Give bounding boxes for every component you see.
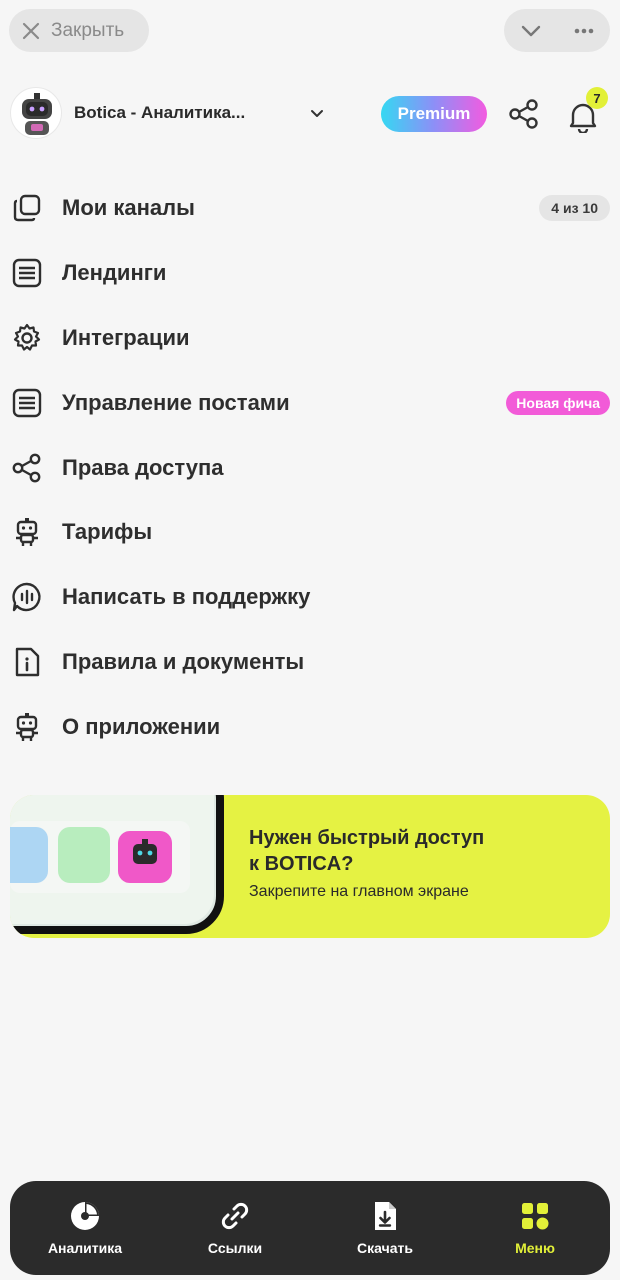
grid-menu-icon bbox=[522, 1203, 549, 1230]
bottom-navigation: Аналитика Ссылки Скачать Меню bbox=[10, 1181, 610, 1275]
banner-title: Нужен быстрый доступ к BOTICA? bbox=[249, 827, 485, 875]
document-lines-icon bbox=[12, 258, 42, 288]
menu-label: Правила и документы bbox=[62, 648, 305, 674]
nav-label: Ссылки bbox=[207, 1240, 263, 1256]
menu-item-landings[interactable]: Лендинги bbox=[10, 241, 610, 306]
nav-links[interactable]: Ссылки bbox=[175, 1200, 295, 1256]
premium-button[interactable]: Premium bbox=[381, 96, 487, 132]
nav-analytics[interactable]: Аналитика bbox=[25, 1200, 145, 1256]
menu-label: Написать в поддержку bbox=[62, 584, 311, 610]
notification-badge: 7 bbox=[586, 87, 608, 109]
menu-label: О приложении bbox=[62, 713, 221, 739]
phone-illustration bbox=[10, 795, 224, 934]
menu-item-integrations[interactable]: Интеграции bbox=[10, 306, 610, 371]
link-icon bbox=[221, 1202, 249, 1230]
menu-item-tariffs[interactable]: Тарифы bbox=[10, 500, 610, 565]
menu-item-channels[interactable]: Мои каналы 4 из 10 bbox=[10, 176, 610, 241]
channel-count-badge: 4 из 10 bbox=[539, 195, 610, 222]
avatar[interactable] bbox=[10, 87, 62, 139]
support-chat-icon bbox=[12, 582, 41, 612]
menu-item-post-management[interactable]: Управление постами Новая фича bbox=[10, 370, 610, 435]
robot-icon bbox=[16, 712, 38, 741]
channel-header: Botica - Аналитика... Premium 7 bbox=[10, 87, 610, 143]
nav-label: Аналитика bbox=[47, 1240, 123, 1256]
robot-icon bbox=[16, 518, 38, 547]
nav-download[interactable]: Скачать bbox=[325, 1200, 445, 1256]
banner-subtitle: Закрепите на главном экране bbox=[249, 883, 469, 900]
menu-label: Мои каналы bbox=[62, 195, 195, 221]
gear-icon bbox=[13, 323, 41, 351]
copy-icon bbox=[13, 195, 41, 222]
menu-label: Права доступа bbox=[62, 454, 224, 480]
new-feature-badge: Новая фича bbox=[506, 390, 610, 415]
menu-item-access-rights[interactable]: Права доступа bbox=[10, 435, 610, 500]
menu-label: Тарифы bbox=[62, 519, 153, 545]
close-label: Закрыть bbox=[51, 19, 125, 41]
document-lines-icon bbox=[12, 388, 42, 417]
menu-label: Управление постами bbox=[62, 389, 290, 415]
close-button[interactable]: Закрыть bbox=[9, 9, 149, 52]
close-icon bbox=[22, 22, 40, 39]
nav-label: Скачать bbox=[357, 1240, 413, 1256]
menu-item-about[interactable]: О приложении bbox=[10, 694, 610, 759]
menu-item-rules-documents[interactable]: Правила и документы bbox=[10, 630, 610, 695]
share-icon[interactable] bbox=[507, 97, 541, 131]
nav-menu[interactable]: Меню bbox=[475, 1200, 595, 1256]
window-controls bbox=[504, 9, 610, 52]
chevron-down-icon[interactable] bbox=[308, 104, 326, 122]
download-file-icon bbox=[375, 1202, 396, 1230]
pin-to-homescreen-banner[interactable]: Нужен быстрый доступ к BOTICA? Закрепите… bbox=[10, 795, 610, 938]
main-menu: Мои каналы 4 из 10 Лендинги Интеграции У… bbox=[10, 176, 610, 759]
nav-label: Меню bbox=[515, 1240, 555, 1256]
menu-label: Интеграции bbox=[62, 324, 190, 350]
channel-name[interactable]: Botica - Аналитика... bbox=[74, 103, 245, 123]
pie-chart-icon bbox=[71, 1202, 99, 1230]
robot-avatar-icon bbox=[22, 93, 52, 135]
more-icon[interactable] bbox=[572, 19, 596, 43]
info-document-icon bbox=[15, 647, 40, 677]
menu-item-support[interactable]: Написать в поддержку bbox=[10, 565, 610, 630]
share-icon bbox=[12, 453, 41, 482]
menu-label: Лендинги bbox=[62, 260, 167, 286]
chevron-down-icon[interactable] bbox=[519, 19, 543, 43]
